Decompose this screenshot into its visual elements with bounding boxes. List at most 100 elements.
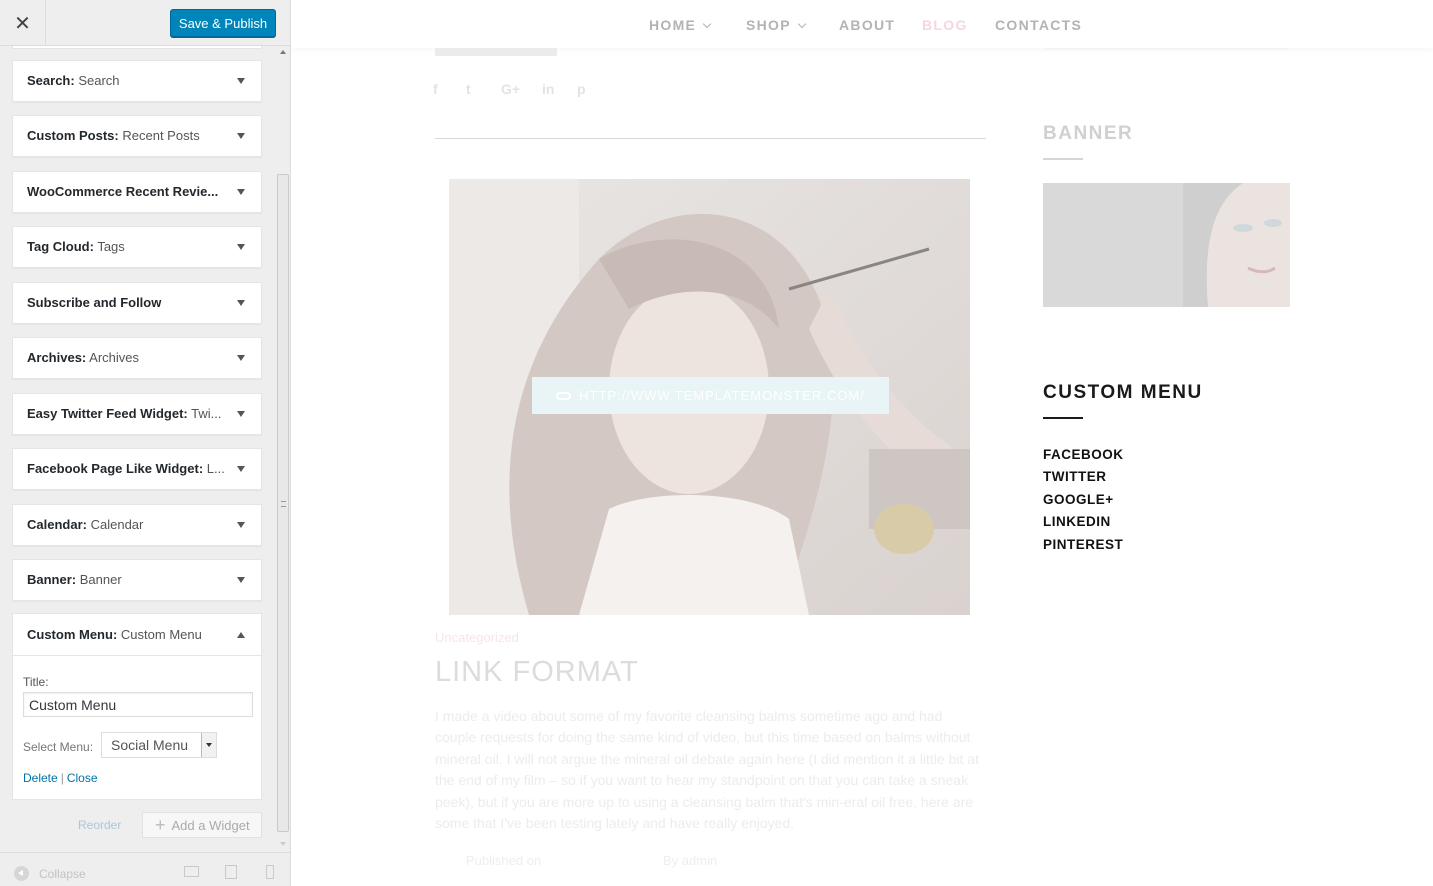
widget-title: Custom Posts: Recent Posts: [27, 128, 200, 143]
nav-item-blog[interactable]: BLOG: [922, 17, 968, 33]
chevron-down-icon[interactable]: [237, 522, 245, 528]
linkedin-icon[interactable]: in: [542, 81, 554, 97]
collapse-arrow-icon: [14, 866, 29, 881]
nav-item-contacts[interactable]: CONTACTS: [995, 17, 1082, 33]
collapse-label: Collapse: [39, 866, 86, 881]
widget-custom-menu-header[interactable]: Custom Menu: Custom Menu: [13, 614, 261, 656]
reorder-link[interactable]: Reorder: [78, 818, 121, 832]
twitter-icon[interactable]: t: [466, 81, 471, 97]
widget-title: Facebook Page Like Widget: L...: [27, 461, 225, 476]
widget-title: Tag Cloud: Tags: [27, 239, 125, 254]
post-published: Published on: [466, 853, 542, 868]
widget-title: Archives: Archives: [27, 350, 140, 365]
custom-menu-item[interactable]: LINKEDIN: [1043, 513, 1124, 535]
sidebar-top-divider: [1043, 48, 1289, 50]
tablet-preview-icon[interactable]: [225, 865, 237, 879]
select-menu-value: Social Menu: [111, 737, 189, 753]
widget-item[interactable]: Calendar: Calendar: [12, 504, 262, 546]
grip-icon: [281, 501, 286, 507]
chevron-down-icon[interactable]: [237, 577, 245, 583]
chevron-down-icon[interactable]: [237, 355, 245, 361]
widget-item[interactable]: Subscribe and Follow: [12, 282, 262, 324]
read-more-button-ghost: [435, 48, 557, 56]
custom-menu-title-rule: [1043, 417, 1083, 419]
delete-link[interactable]: Delete: [23, 771, 58, 785]
custom-menu-list: FACEBOOK TWITTER GOOGLE+ LINKEDIN PINTEREST: [1043, 446, 1124, 558]
widget-item[interactable]: Custom Posts: Recent Posts: [12, 115, 262, 157]
mobile-preview-icon[interactable]: [266, 865, 274, 879]
custom-menu-item[interactable]: PINTEREST: [1043, 536, 1124, 558]
chevron-down-icon[interactable]: [237, 78, 245, 84]
chevron-down-icon[interactable]: [237, 133, 245, 139]
post-divider: [435, 138, 986, 139]
widget-list: Search: Search Custom Posts: Recent Posts…: [0, 46, 290, 852]
sidebar-scrollbar[interactable]: [276, 46, 290, 852]
select-menu-dropdown[interactable]: Social Menu: [101, 732, 217, 758]
chevron-down-icon[interactable]: [237, 244, 245, 250]
customizer-header: ✕ Save & Publish: [0, 0, 290, 46]
add-widget-button[interactable]: + Add a Widget: [142, 812, 262, 838]
chevron-down-icon: [702, 19, 712, 29]
nav-item-shop[interactable]: SHOP: [746, 17, 807, 33]
widget-title: Custom Menu: Custom Menu: [27, 627, 202, 642]
site-preview: HOME SHOP ABOUT BLOG CONTACTS f t G+ in p: [291, 0, 1433, 886]
desktop-preview-icon[interactable]: [184, 866, 199, 877]
partial-widget: [12, 46, 262, 49]
link-separator: |: [60, 771, 64, 785]
widget-title: Search: Search: [27, 73, 120, 88]
widget-item[interactable]: Easy Twitter Feed Widget: Twi...: [12, 393, 262, 435]
custom-menu-widget-title: CUSTOM MENU: [1043, 382, 1203, 403]
link-icon: [556, 391, 572, 400]
chevron-up-icon[interactable]: [237, 632, 245, 638]
collapse-button[interactable]: Collapse: [14, 866, 86, 881]
post-link-text: HTTP://WWW.TEMPLATEMONSTER.COM/: [579, 388, 865, 403]
scrollbar-thumb[interactable]: [277, 174, 289, 832]
widget-item[interactable]: Tag Cloud: Tags: [12, 226, 262, 268]
chevron-down-icon[interactable]: [237, 466, 245, 472]
customizer-footer: Collapse: [0, 852, 290, 886]
post-title[interactable]: LINK FORMAT: [435, 656, 639, 689]
title-label: Title:: [23, 675, 49, 689]
main-nav: HOME SHOP ABOUT BLOG CONTACTS: [291, 0, 1433, 48]
chevron-down-icon[interactable]: [237, 189, 245, 195]
widget-item[interactable]: Search: Search: [12, 60, 262, 102]
pinterest-icon[interactable]: p: [577, 81, 586, 97]
widget-item[interactable]: WooCommerce Recent Revie...: [12, 171, 262, 213]
custom-menu-item[interactable]: TWITTER: [1043, 468, 1124, 490]
custom-menu-item[interactable]: GOOGLE+: [1043, 491, 1124, 513]
banner-image[interactable]: [1043, 183, 1290, 307]
post-link-overlay[interactable]: HTTP://WWW.TEMPLATEMONSTER.COM/: [532, 377, 889, 414]
widget-custom-menu-expanded: Custom Menu: Custom Menu Title: Select M…: [12, 613, 262, 800]
add-widget-label: Add a Widget: [171, 817, 250, 833]
widget-title: Calendar: Calendar: [27, 517, 144, 532]
nav-item-about[interactable]: ABOUT: [839, 17, 895, 33]
banner-widget-title: BANNER: [1043, 123, 1134, 144]
post-category[interactable]: Uncategorized: [435, 630, 519, 645]
chevron-down-icon[interactable]: [237, 411, 245, 417]
customizer-panel: Search: Search Custom Posts: Recent Posts…: [0, 0, 291, 886]
scroll-down-icon[interactable]: [280, 842, 286, 846]
plus-icon: +: [155, 814, 166, 835]
custom-menu-item[interactable]: FACEBOOK: [1043, 446, 1124, 468]
nav-item-home[interactable]: HOME: [649, 17, 712, 33]
widget-title: Subscribe and Follow: [27, 295, 162, 310]
chevron-down-icon[interactable]: [237, 300, 245, 306]
widget-title: Easy Twitter Feed Widget: Twi...: [27, 406, 222, 421]
save-publish-button[interactable]: Save & Publish: [170, 9, 276, 37]
post-excerpt: I made a video about some of my favorite…: [435, 708, 979, 832]
scroll-up-icon[interactable]: [280, 50, 286, 54]
banner-title-rule: [1043, 158, 1083, 160]
widget-item[interactable]: Archives: Archives: [12, 337, 262, 379]
widget-item[interactable]: Banner: Banner: [12, 559, 262, 601]
post-author[interactable]: By admin: [663, 853, 717, 868]
close-customizer-button[interactable]: ✕: [0, 0, 46, 46]
widget-actions: Delete | Close: [23, 771, 98, 785]
widget-title: WooCommerce Recent Revie...: [27, 184, 219, 199]
facebook-icon[interactable]: f: [433, 81, 438, 97]
chevron-down-icon: [797, 19, 807, 29]
google-plus-icon[interactable]: G+: [501, 81, 520, 97]
close-link[interactable]: Close: [67, 771, 98, 785]
title-input[interactable]: [23, 692, 253, 717]
widget-item[interactable]: Facebook Page Like Widget: L...: [12, 448, 262, 490]
dropdown-arrow-icon[interactable]: [201, 733, 216, 757]
